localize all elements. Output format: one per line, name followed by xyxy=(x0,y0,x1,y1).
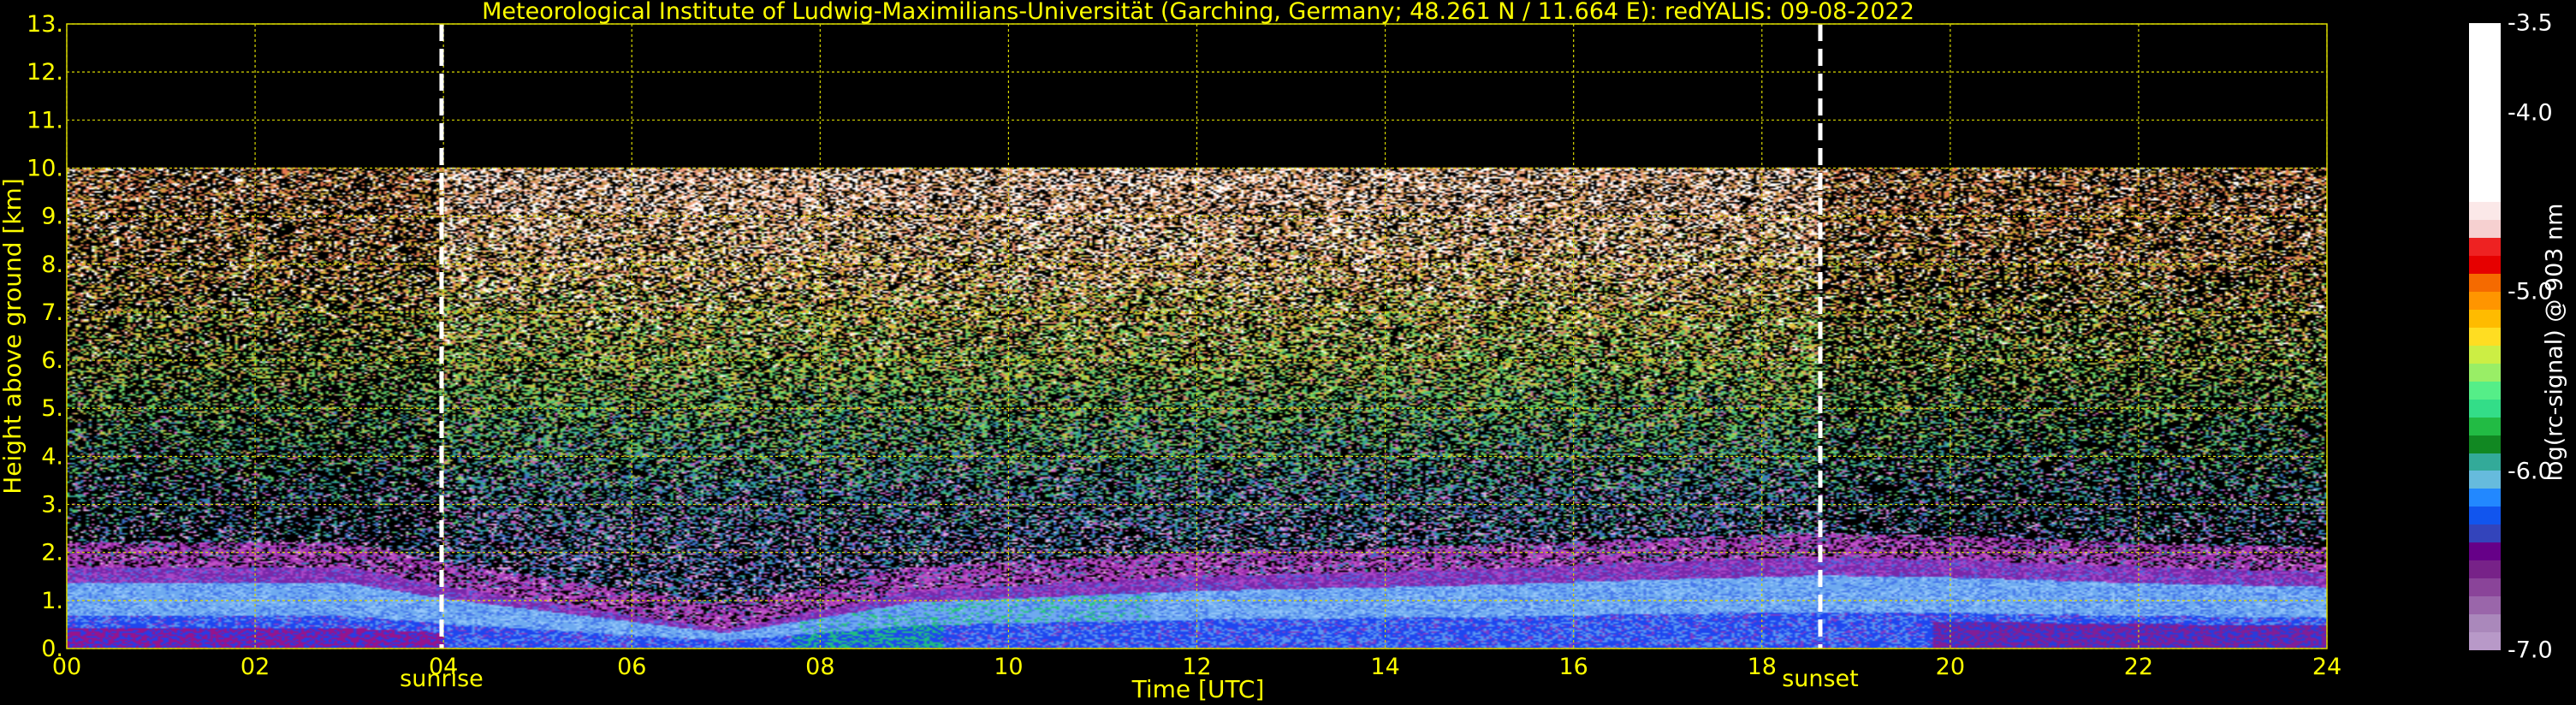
colorbar-segment xyxy=(2469,94,2501,113)
lidar-chart: sunrise sunset 00 02 04 06 08 10 12 14 16 18 20 22 24… xyxy=(0,0,2576,705)
colorbar-segment xyxy=(2469,363,2501,382)
y-tick-label: 5. xyxy=(41,395,63,422)
colorbar-segment xyxy=(2469,112,2501,131)
y-tick-label: 4. xyxy=(41,443,63,470)
colorbar-segment xyxy=(2469,471,2501,489)
x-tick-label: 10 xyxy=(994,654,1023,680)
colorbar-segment xyxy=(2469,220,2501,239)
colorbar-segment xyxy=(2469,166,2501,185)
colorbar-segment xyxy=(2469,507,2501,525)
colorbar-segment xyxy=(2469,130,2501,149)
colorbar-segment xyxy=(2469,524,2501,543)
colorbar-segment xyxy=(2469,578,2501,596)
y-tick-label: 2. xyxy=(41,540,63,566)
colorbar-segment xyxy=(2469,23,2501,41)
y-tick-label: 13. xyxy=(27,11,63,38)
x-tick-label: 18 xyxy=(1748,654,1777,680)
x-tick-label: 08 xyxy=(805,654,834,680)
y-tick-label: 3. xyxy=(41,492,63,518)
colorbar-segment xyxy=(2469,256,2501,275)
colorbar-segment xyxy=(2469,327,2501,346)
colorbar-segment xyxy=(2469,560,2501,579)
colorbar-segment xyxy=(2469,76,2501,95)
colorbar-segment xyxy=(2469,58,2501,77)
colorbar-segment xyxy=(2469,202,2501,221)
colorbar-segment xyxy=(2469,453,2501,471)
colorbar-segment xyxy=(2469,435,2501,453)
y-tick-label: 7. xyxy=(41,299,63,326)
y-tick-label: 8. xyxy=(41,252,63,278)
colorbar-segment xyxy=(2469,399,2501,418)
x-tick-label: 20 xyxy=(1936,654,1965,680)
x-tick-label: 22 xyxy=(2124,654,2153,680)
y-axis-label: Height above ground [km] xyxy=(0,178,27,495)
y-tick-label: 11. xyxy=(27,107,63,133)
colorbar-tick-label: -7.0 xyxy=(2508,637,2553,664)
x-tick-label: 16 xyxy=(1558,654,1588,680)
colorbar xyxy=(2469,23,2501,650)
y-tick-label: 9. xyxy=(41,204,63,230)
y-tick-label: 6. xyxy=(41,347,63,374)
colorbar-segment xyxy=(2469,292,2501,310)
colorbar-segment xyxy=(2469,184,2501,203)
colorbar-segment xyxy=(2469,381,2501,400)
x-tick-label: 02 xyxy=(240,654,270,680)
colorbar-segment xyxy=(2469,40,2501,59)
y-tick-label: 12. xyxy=(27,59,63,86)
colorbar-segment xyxy=(2469,310,2501,328)
sunset-label: sunset xyxy=(1782,666,1859,692)
y-tick-label: 10. xyxy=(27,155,63,181)
colorbar-segment xyxy=(2469,417,2501,435)
y-tick-label: 0. xyxy=(41,636,63,662)
colorbar-segment xyxy=(2469,542,2501,561)
y-tick-label: 1. xyxy=(41,588,63,614)
colorbar-tick-label: -3.5 xyxy=(2508,9,2553,37)
x-tick-label: 24 xyxy=(2312,654,2342,680)
colorbar-segment xyxy=(2469,274,2501,293)
colorbar-segment xyxy=(2469,148,2501,167)
colorbar-segment xyxy=(2469,631,2501,650)
colorbar-segment xyxy=(2469,489,2501,507)
chart-title: Meteorological Institute of Ludwig-Maxim… xyxy=(482,0,1914,25)
colorbar-segment xyxy=(2469,345,2501,364)
x-tick-label: 06 xyxy=(617,654,646,680)
colorbar-label: log(rc-signal) @ 903 nm xyxy=(2541,203,2568,482)
colorbar-segment xyxy=(2469,238,2501,257)
x-tick-label: 04 xyxy=(429,654,458,680)
colorbar-segment xyxy=(2469,613,2501,632)
x-axis-label: Time [UTC] xyxy=(1131,675,1265,703)
x-tick-label: 14 xyxy=(1370,654,1399,680)
colorbar-segment xyxy=(2469,596,2501,614)
colorbar-tick-label: -4.0 xyxy=(2508,99,2553,127)
